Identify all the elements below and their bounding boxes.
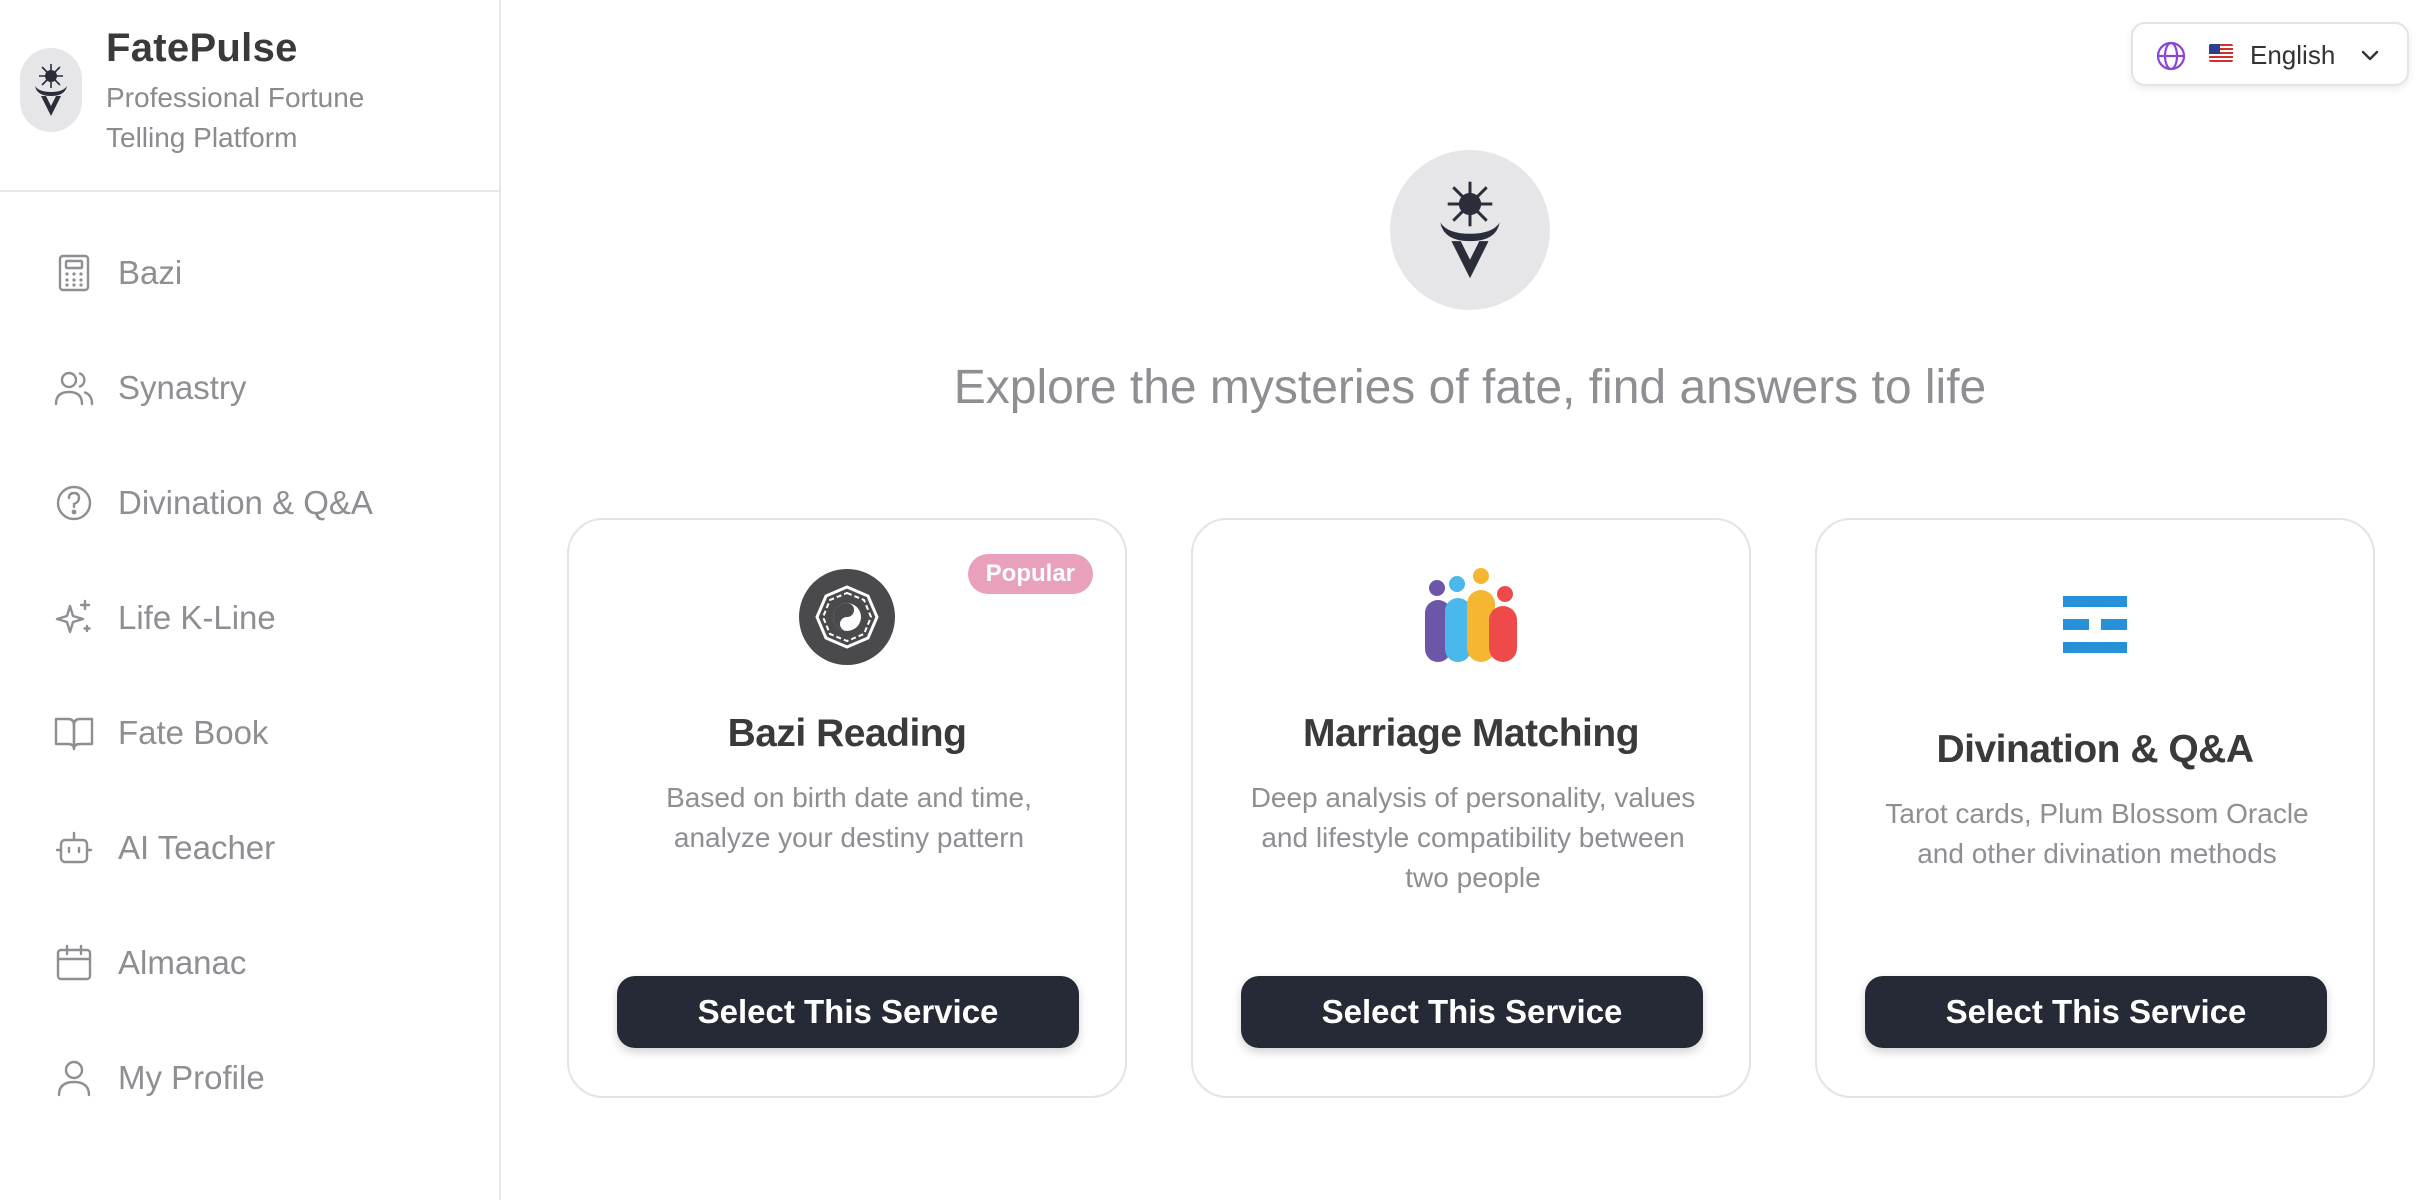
sidebar-item-label: Fate Book xyxy=(118,714,269,751)
trigram-icon xyxy=(2063,596,2127,659)
language-selector[interactable]: English xyxy=(2131,22,2409,86)
card-title: Bazi Reading xyxy=(727,712,967,755)
card-description: Based on birth date and time, analyze yo… xyxy=(666,782,1032,853)
language-label: English xyxy=(2250,40,2336,70)
globe-icon xyxy=(2155,40,2187,77)
bagua-yin-yang-icon xyxy=(798,568,896,671)
calendar-icon xyxy=(54,943,94,983)
help-circle-icon xyxy=(54,483,94,523)
card-description: Deep analysis of personality, values and… xyxy=(1250,782,1696,893)
sidebar-item-label: AI Teacher xyxy=(118,829,276,866)
card-title: Divination & Q&A xyxy=(1936,728,2254,771)
hero-logo-icon xyxy=(1390,150,1550,310)
sparkles-icon xyxy=(54,598,94,638)
sidebar-item-divination[interactable]: Divination & Q&A xyxy=(0,463,499,543)
sidebar-item-life-k-line[interactable]: Life K-Line xyxy=(0,578,499,658)
service-card-bazi: Popular Bazi Reading Based on birth date… xyxy=(567,518,1127,1098)
brand-title: FatePulse xyxy=(106,26,298,70)
sidebar-item-almanac[interactable]: Almanac xyxy=(0,923,499,1003)
select-service-button[interactable]: Select This Service xyxy=(1865,976,2327,1048)
popular-badge: Popular xyxy=(967,554,1093,594)
hero-tagline: Explore the mysteries of fate, find answ… xyxy=(953,361,1987,414)
sidebar-item-bazi[interactable]: Bazi xyxy=(0,233,499,313)
calculator-icon xyxy=(54,253,94,293)
family-people-icon xyxy=(1423,566,1519,671)
sidebar: FatePulse Professional Fortune Telling P… xyxy=(0,0,501,1200)
sidebar-item-label: Almanac xyxy=(118,944,247,981)
chevron-down-icon xyxy=(2359,44,2381,71)
select-service-button[interactable]: Select This Service xyxy=(617,976,1079,1048)
brand-header: FatePulse Professional Fortune Telling P… xyxy=(0,0,499,192)
robot-icon xyxy=(54,828,94,868)
brand-subtitle: Professional Fortune Telling Platform xyxy=(106,82,365,153)
sidebar-item-synastry[interactable]: Synastry xyxy=(0,348,499,428)
book-open-icon xyxy=(54,713,94,753)
sidebar-item-label: My Profile xyxy=(118,1059,265,1096)
card-title: Marriage Matching xyxy=(1302,712,1640,755)
user-icon xyxy=(54,1058,94,1098)
card-description: Tarot cards, Plum Blossom Oracle and oth… xyxy=(1885,798,2309,869)
sidebar-item-label: Life K-Line xyxy=(118,599,276,636)
sidebar-item-label: Divination & Q&A xyxy=(118,484,373,521)
sidebar-item-label: Synastry xyxy=(118,369,247,406)
service-card-divination: Divination & Q&A Tarot cards, Plum Bloss… xyxy=(1815,518,2375,1098)
select-service-button[interactable]: Select This Service xyxy=(1241,976,1703,1048)
sidebar-item-my-profile[interactable]: My Profile xyxy=(0,1038,499,1118)
sidebar-item-ai-teacher[interactable]: AI Teacher xyxy=(0,808,499,888)
sidebar-item-label: Bazi xyxy=(118,254,183,291)
sidebar-item-fate-book[interactable]: Fate Book xyxy=(0,693,499,773)
us-flag-icon xyxy=(2209,44,2233,62)
lotus-sun-logo-icon xyxy=(20,48,82,132)
service-card-marriage: Marriage Matching Deep analysis of perso… xyxy=(1191,518,1751,1098)
users-icon xyxy=(54,368,94,408)
